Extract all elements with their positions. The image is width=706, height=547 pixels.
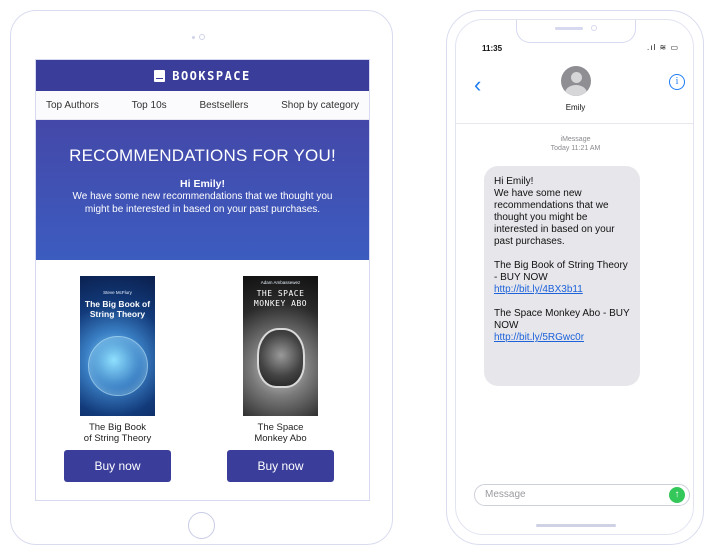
book-card: Steve McFlury The Big Book of String The…	[60, 276, 175, 482]
phone-notch	[516, 20, 636, 43]
cover-title: THE SPACE MONKEY ABO	[253, 289, 308, 308]
message-link-2[interactable]: http://bit.ly/5RGwc0r	[494, 332, 584, 343]
email-header: BOOKSPACE	[36, 60, 369, 91]
book-title: The Space Monkey Abo	[223, 422, 338, 444]
message-timestamp: Today 11:21 AM	[550, 145, 601, 152]
signal-icon: .ıl	[647, 43, 657, 52]
tablet-sensor	[192, 36, 195, 39]
nav-top-10s[interactable]: Top 10s	[132, 100, 167, 111]
message-meta: iMessage Today 11:21 AM	[456, 135, 693, 153]
book-cover[interactable]: Adam Ambassewez THE SPACE MONKEY ABO	[243, 276, 318, 416]
chevron-left-icon[interactable]: ‹	[474, 74, 481, 96]
cover-art	[257, 328, 305, 388]
nav-bestsellers[interactable]: Bestsellers	[199, 100, 248, 111]
book-title-line: Monkey Abo	[254, 433, 307, 444]
hero-body: We have some new recommendations that we…	[72, 191, 333, 215]
wifi-icon: ≋	[659, 43, 668, 52]
nav-shop-by-category[interactable]: Shop by category	[281, 100, 359, 111]
avatar-head	[571, 72, 582, 83]
message-item-1: The Big Book of String Theory - BUY NOW	[494, 260, 628, 283]
book-title: The Big Book of String Theory	[60, 422, 175, 444]
cover-author: Steve McFlury	[103, 290, 132, 295]
brand-logo[interactable]: BOOKSPACE	[172, 69, 251, 83]
speaker	[555, 27, 583, 30]
book-title-line: The Big Book	[88, 422, 147, 433]
message-input[interactable]: Message ↑	[474, 484, 690, 506]
avatar-body	[565, 85, 587, 96]
status-time: 11:35	[482, 44, 503, 53]
front-camera	[591, 25, 597, 31]
book-list: Steve McFlury The Big Book of String The…	[36, 260, 369, 500]
book-icon	[154, 69, 166, 82]
message-greeting: Hi Emily!	[494, 176, 534, 187]
status-icons: .ıl ≋ ▭	[647, 43, 679, 52]
tablet-device: BOOKSPACE Top Authors Top 10s Bestseller…	[10, 10, 393, 545]
message-header: ‹ Emily i	[456, 60, 693, 124]
phone-screen: 11:35 .ıl ≋ ▭ ‹ Emily i iMessage Today 1…	[455, 19, 694, 535]
tablet-home-button[interactable]	[188, 512, 215, 539]
hero-greeting: Hi Emily!	[180, 178, 225, 190]
tablet-camera	[199, 34, 205, 40]
battery-icon: ▭	[670, 43, 679, 52]
nav-top-authors[interactable]: Top Authors	[46, 100, 99, 111]
book-cover[interactable]: Steve McFlury The Big Book of String The…	[80, 276, 155, 416]
buy-now-button[interactable]: Buy now	[227, 450, 334, 482]
message-item-2: The Space Monkey Abo - BUY NOW	[494, 308, 630, 331]
service-label: iMessage	[560, 136, 591, 143]
stage: BOOKSPACE Top Authors Top 10s Bestseller…	[0, 0, 706, 547]
cover-author: Adam Ambassewez	[260, 280, 301, 285]
message-link-1[interactable]: http://bit.ly/4BX3b11	[494, 284, 583, 295]
message-intro: We have some new recommendations that we…	[494, 188, 615, 247]
message-placeholder: Message	[485, 489, 526, 500]
info-icon[interactable]: i	[669, 74, 685, 90]
book-card: Adam Ambassewez THE SPACE MONKEY ABO The…	[223, 276, 338, 482]
send-arrow-icon[interactable]: ↑	[669, 487, 685, 503]
phone-device: 11:35 .ıl ≋ ▭ ‹ Emily i iMessage Today 1…	[446, 10, 704, 545]
email-nav: Top Authors Top 10s Bestsellers Shop by …	[36, 91, 369, 120]
book-title-line: The Space	[257, 422, 304, 433]
avatar[interactable]	[561, 66, 591, 96]
message-bubble: Hi Emily! We have some new recommendatio…	[484, 166, 640, 386]
cover-art	[88, 336, 148, 396]
hero-banner: RECOMMENDATIONS FOR YOU! Hi Emily! We ha…	[36, 120, 369, 260]
book-title-line: of String Theory	[83, 433, 152, 444]
buy-now-button[interactable]: Buy now	[64, 450, 171, 482]
email-screen: BOOKSPACE Top Authors Top 10s Bestseller…	[35, 59, 370, 501]
hero-title: RECOMMENDATIONS FOR YOU!	[69, 146, 336, 165]
cover-title: The Big Book of String Theory	[84, 299, 151, 319]
contact-name[interactable]: Emily	[456, 103, 693, 112]
home-indicator[interactable]	[536, 524, 616, 527]
